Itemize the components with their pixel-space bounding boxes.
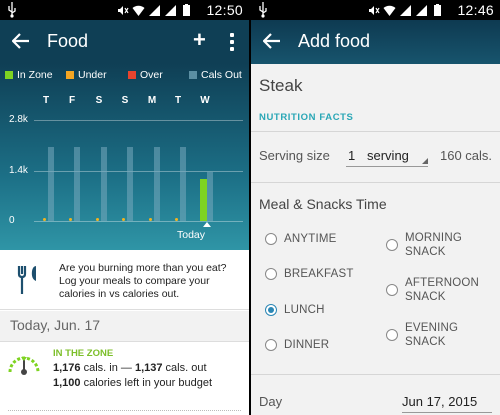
- meal-time-title: Meal & Snacks Time: [259, 196, 387, 212]
- gauge-icon: [8, 356, 40, 375]
- wifi-icon: [132, 5, 145, 16]
- nutrition-facts-link[interactable]: NUTRITION FACTS: [259, 112, 354, 123]
- tip-card[interactable]: Are you burning more than you eat? Log y…: [0, 251, 249, 310]
- radio-button: [386, 239, 398, 251]
- status-bar: 12:46: [251, 0, 500, 20]
- zone-status-label: IN THE ZONE: [53, 348, 114, 359]
- radio-button: [386, 329, 398, 341]
- legend-item-under: Under: [66, 69, 107, 81]
- radio-button: [265, 233, 277, 245]
- app-bar: Add food: [251, 20, 500, 64]
- x-tick-label: M: [147, 95, 157, 106]
- bar-in-zone: [200, 179, 207, 221]
- battery-icon: [434, 3, 441, 16]
- signal-icon: [400, 4, 411, 16]
- x-tick-label: T: [42, 95, 50, 106]
- legend-item-in-zone: In Zone: [5, 69, 53, 81]
- radio-anytime[interactable]: ANYTIME: [265, 232, 337, 246]
- point-no-data: [69, 218, 72, 221]
- bar-cals-out: [154, 147, 160, 221]
- radio-breakfast[interactable]: BREAKFAST: [265, 267, 354, 281]
- status-bar: 12:50: [0, 0, 249, 20]
- point-no-data: [175, 218, 178, 221]
- add-food-screen: 12:46 Add food Steak NUTRITION FACTS Ser…: [251, 0, 500, 415]
- divider: [251, 131, 500, 132]
- status-time: 12:46: [457, 2, 494, 18]
- serving-calories: 160 cals.: [440, 148, 493, 163]
- day-value: Jun 17, 2015: [402, 394, 478, 409]
- x-tick-label: S: [95, 95, 103, 106]
- zone-calories-line: 1,176 cals. in — 1,137 cals. out: [53, 362, 207, 374]
- serving-unit: serving: [367, 148, 409, 163]
- radio-button: [265, 268, 277, 280]
- radio-evening-snack[interactable]: EVENING SNACK: [386, 321, 496, 349]
- legend-item-over: Over: [128, 69, 163, 81]
- chart-day-labels: TFSSMTW: [0, 95, 249, 109]
- wifi-icon: [383, 5, 396, 16]
- signal-icon: [149, 4, 160, 16]
- battery-icon: [183, 3, 190, 16]
- x-tick-label: T: [174, 95, 182, 106]
- app-bar: Food +: [0, 20, 249, 64]
- mute-icon: [369, 5, 380, 15]
- food-name: Steak: [259, 76, 303, 95]
- point-no-data: [96, 218, 99, 221]
- x-tick-label: W: [200, 95, 210, 106]
- point-no-data: [43, 218, 46, 221]
- signal-icon: [416, 4, 427, 16]
- today-marker: [203, 222, 211, 227]
- usb-icon: [259, 2, 267, 18]
- chart-legend: In Zone Under Over Cals Out: [0, 69, 249, 83]
- zone-summary[interactable]: IN THE ZONE 1,176 cals. in — 1,137 cals.…: [0, 342, 249, 415]
- zone-budget-line: 1,100 calories left in your budget: [53, 377, 213, 389]
- point-no-data: [149, 218, 152, 221]
- overflow-menu-icon[interactable]: [230, 33, 236, 51]
- dropdown-indicator-icon: [422, 158, 428, 164]
- back-arrow-icon[interactable]: [263, 32, 281, 50]
- serving-size-label: Serving size: [259, 148, 330, 163]
- radio-button: [265, 339, 277, 351]
- today-label: Today: [177, 229, 206, 241]
- legend-item-cals-out: Cals Out: [189, 69, 242, 81]
- bar-cals-out: [207, 172, 213, 221]
- bar-cals-out: [127, 147, 133, 221]
- day-picker[interactable]: Jun 17, 2015: [402, 393, 492, 413]
- radio-morning-snack[interactable]: MORNING SNACK: [386, 231, 496, 259]
- fork-knife-icon: [17, 266, 36, 294]
- bar-cals-out: [180, 147, 186, 221]
- page-title: Food: [47, 31, 89, 51]
- signal-icon: [165, 4, 176, 16]
- day-label: Day: [259, 394, 283, 409]
- divider: [251, 374, 500, 375]
- radio-dinner[interactable]: DINNER: [265, 338, 329, 352]
- food-screen: 12:50 Food + In Zone Under Over Cals Out…: [0, 0, 249, 415]
- bar-cals-out: [101, 147, 107, 221]
- radio-button: [386, 284, 398, 296]
- back-arrow-icon[interactable]: [12, 32, 30, 50]
- date-header: Today, Jun. 17: [0, 311, 249, 342]
- add-icon[interactable]: +: [193, 29, 211, 51]
- radio-lunch[interactable]: LUNCH: [265, 303, 325, 317]
- x-tick-label: F: [68, 95, 76, 106]
- point-no-data: [122, 218, 125, 221]
- gridline: [34, 221, 243, 222]
- mute-icon: [118, 5, 129, 15]
- tip-text: Are you burning more than you eat? Log y…: [59, 262, 227, 300]
- radio-button-selected: [265, 304, 277, 316]
- serving-quantity: 1: [348, 148, 356, 163]
- divider: [251, 182, 500, 183]
- usb-icon: [8, 2, 16, 18]
- page-title: Add food: [298, 31, 371, 51]
- bar-cals-out: [74, 147, 80, 221]
- bar-cals-out: [48, 147, 54, 221]
- x-tick-label: S: [121, 95, 129, 106]
- serving-size-select[interactable]: 1 serving: [346, 147, 428, 167]
- status-time: 12:50: [206, 2, 243, 18]
- radio-afternoon-snack[interactable]: AFTERNOON SNACK: [386, 276, 496, 304]
- date-label: Today, Jun. 17: [10, 317, 101, 333]
